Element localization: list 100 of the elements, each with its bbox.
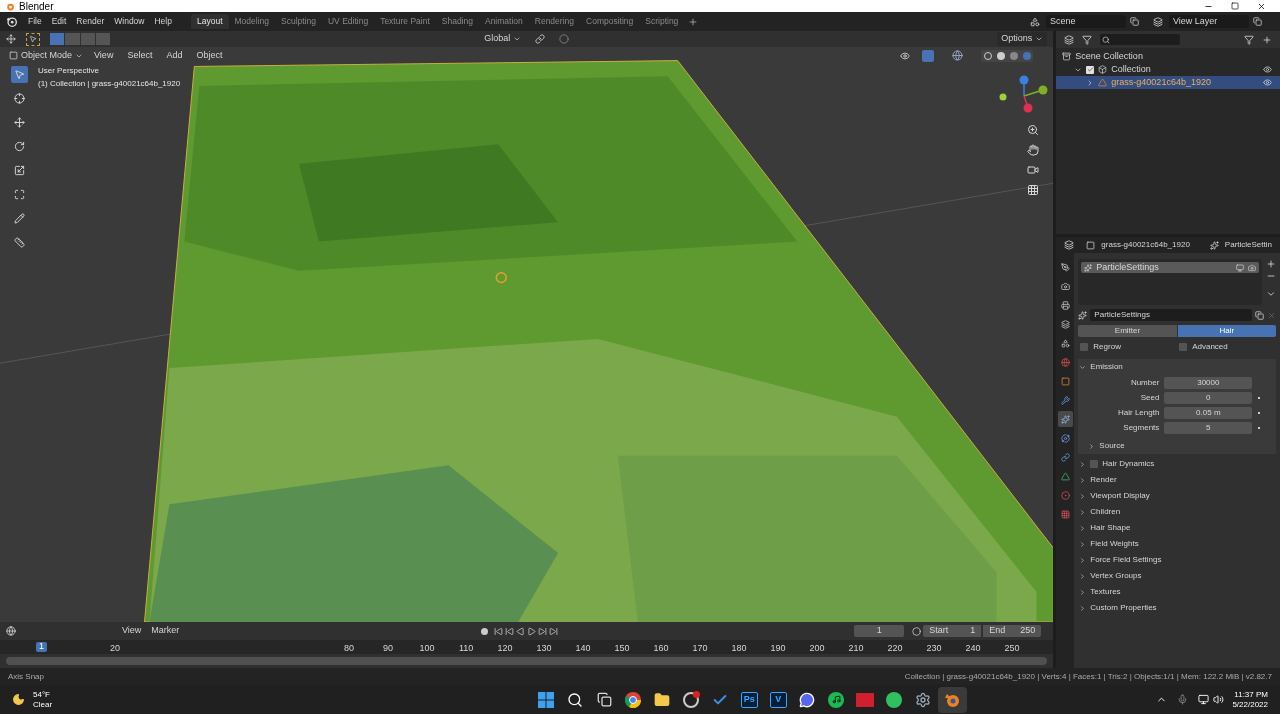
outliner-row[interactable]: Scene Collection (1056, 50, 1280, 63)
workspace-tab[interactable]: Scripting (639, 14, 685, 29)
workspace-tab[interactable]: Compositing (580, 14, 640, 29)
timeline-menu[interactable]: Marker (147, 624, 184, 638)
workspace-tab[interactable]: Modeling (228, 14, 275, 29)
scene-field[interactable]: Scene (1046, 15, 1126, 28)
new-scene-icon[interactable] (1130, 17, 1139, 26)
workspace-tab[interactable]: Texture Paint (374, 14, 436, 29)
play-reverse-icon[interactable] (516, 626, 526, 636)
panel-header[interactable]: Viewport Display (1078, 488, 1276, 504)
playhead[interactable]: 1 (36, 642, 47, 652)
panel-header[interactable]: Emission (1078, 359, 1276, 375)
panel-header[interactable]: Hair Shape (1078, 520, 1276, 536)
panel-header[interactable]: Force Field Settings (1078, 552, 1276, 568)
monitor-icon[interactable] (1198, 694, 1210, 705)
editor-type-icon[interactable] (6, 626, 16, 636)
menu-item[interactable]: Window (109, 15, 150, 28)
panel-header[interactable]: Hair Dynamics (1078, 456, 1276, 472)
panel-header[interactable]: Custom Properties (1078, 600, 1276, 616)
panel-header[interactable]: Textures (1078, 584, 1276, 600)
panel-header[interactable]: Render (1078, 472, 1276, 488)
visibility-icon[interactable] (1263, 78, 1272, 87)
microphone-icon[interactable] (1177, 694, 1189, 705)
zoom-icon[interactable] (1027, 124, 1040, 136)
panel-header[interactable]: Field Weights (1078, 536, 1276, 552)
visibility-icon[interactable] (1263, 65, 1272, 74)
number-field[interactable]: 0.05 m (1164, 406, 1253, 419)
outliner-row[interactable]: Collection (1056, 63, 1280, 76)
close-icon[interactable] (1257, 1, 1266, 11)
mode-buttons[interactable] (50, 33, 110, 45)
list-item[interactable]: ParticleSettings (1081, 262, 1259, 273)
number-field[interactable]: 5 (1164, 421, 1253, 434)
current-frame-field[interactable]: 1 (854, 625, 905, 637)
start-frame-field[interactable]: Start 1 (923, 625, 982, 637)
visibility-icon[interactable] (900, 50, 911, 61)
new-view-layer-icon[interactable] (1253, 17, 1262, 26)
add-icon[interactable] (1266, 259, 1276, 269)
clock-time[interactable]: 11:37 PM (1234, 689, 1268, 700)
menu-item[interactable]: Help (149, 15, 177, 28)
type-toggle[interactable]: Emitter (1078, 325, 1177, 337)
menu-item[interactable]: Edit (46, 15, 72, 28)
jump-end-icon[interactable] (549, 626, 559, 636)
menu-icon[interactable] (1266, 289, 1276, 299)
workspace-tab[interactable]: UV Editing (321, 14, 375, 29)
checkbox[interactable] (1090, 460, 1099, 468)
checkbox[interactable]: Regrow (1078, 341, 1178, 353)
sparkles-icon[interactable] (1057, 411, 1073, 427)
viewport-menu[interactable]: Select (121, 48, 159, 63)
new-collection-icon[interactable] (1262, 34, 1272, 45)
record-button[interactable] (481, 627, 489, 635)
view-layer-field[interactable]: View Layer (1169, 15, 1249, 28)
settings-name-field[interactable]: ParticleSettings (1090, 309, 1252, 321)
scrollbar[interactable] (6, 657, 1048, 665)
timeline-menu[interactable]: View (118, 624, 146, 638)
type-toggle[interactable]: Hair (1177, 325, 1276, 337)
checkbox[interactable]: Advanced (1177, 341, 1276, 353)
number-field[interactable]: 0 (1164, 391, 1253, 404)
viewport-menu[interactable]: Object (190, 48, 229, 63)
search-field[interactable] (1100, 34, 1181, 45)
end-frame-field[interactable]: End 250 (983, 625, 1042, 637)
clock-date[interactable]: 5/22/2022 (1232, 699, 1268, 710)
camera-icon[interactable] (1027, 164, 1040, 176)
viewport-menu[interactable]: Add (160, 48, 189, 63)
jump-start-icon[interactable] (494, 626, 504, 636)
transform-icon[interactable] (6, 34, 16, 44)
view-icon[interactable] (1082, 34, 1093, 45)
panel-header[interactable]: Vertex Groups (1078, 568, 1276, 584)
workspace-tab[interactable]: Rendering (528, 14, 580, 29)
taskbar-button[interactable]: V (763, 686, 793, 713)
filter-icon[interactable] (1244, 34, 1254, 45)
taskbar-button[interactable] (937, 686, 967, 713)
previous-keyframe-icon[interactable] (505, 626, 515, 636)
workspace-tab[interactable]: Shading (435, 14, 479, 29)
workspace-tab[interactable]: Sculpting (275, 14, 322, 29)
camera-icon[interactable] (1248, 263, 1256, 272)
tool-button[interactable] (26, 32, 40, 46)
taskbar-button[interactable]: Ps (734, 686, 764, 713)
display-mode-icon[interactable] (1064, 34, 1075, 45)
grid-icon[interactable] (1027, 184, 1040, 196)
duplicate-icon[interactable] (1255, 310, 1264, 320)
number-field[interactable]: 30000 (1164, 376, 1253, 389)
panel-header[interactable]: Children (1078, 504, 1276, 520)
workspace-tab[interactable]: Animation (478, 14, 529, 29)
next-keyframe-icon[interactable] (538, 626, 548, 636)
outliner-row[interactable]: grass-g40021c64b_1920 (1056, 76, 1280, 89)
menu-item[interactable]: File (23, 15, 47, 28)
mode-dropdown[interactable]: Object Mode (6, 48, 87, 63)
blender-logo-icon[interactable] (6, 16, 17, 27)
hand-icon[interactable] (1027, 144, 1040, 156)
add-workspace-icon[interactable] (688, 16, 699, 27)
workspace-tab[interactable]: Layout (190, 14, 229, 29)
speaker-icon[interactable] (1213, 694, 1225, 705)
orientation-dropdown[interactable]: Global (480, 32, 526, 46)
editor-type-icon[interactable] (1064, 240, 1075, 250)
sparkles-icon[interactable] (1078, 310, 1088, 320)
link-icon[interactable] (535, 34, 546, 44)
subpanel-header[interactable]: Source (1078, 438, 1276, 454)
overlay-icon[interactable] (952, 50, 964, 61)
viewport-menu[interactable]: View (88, 48, 120, 63)
play-icon[interactable] (527, 626, 537, 636)
